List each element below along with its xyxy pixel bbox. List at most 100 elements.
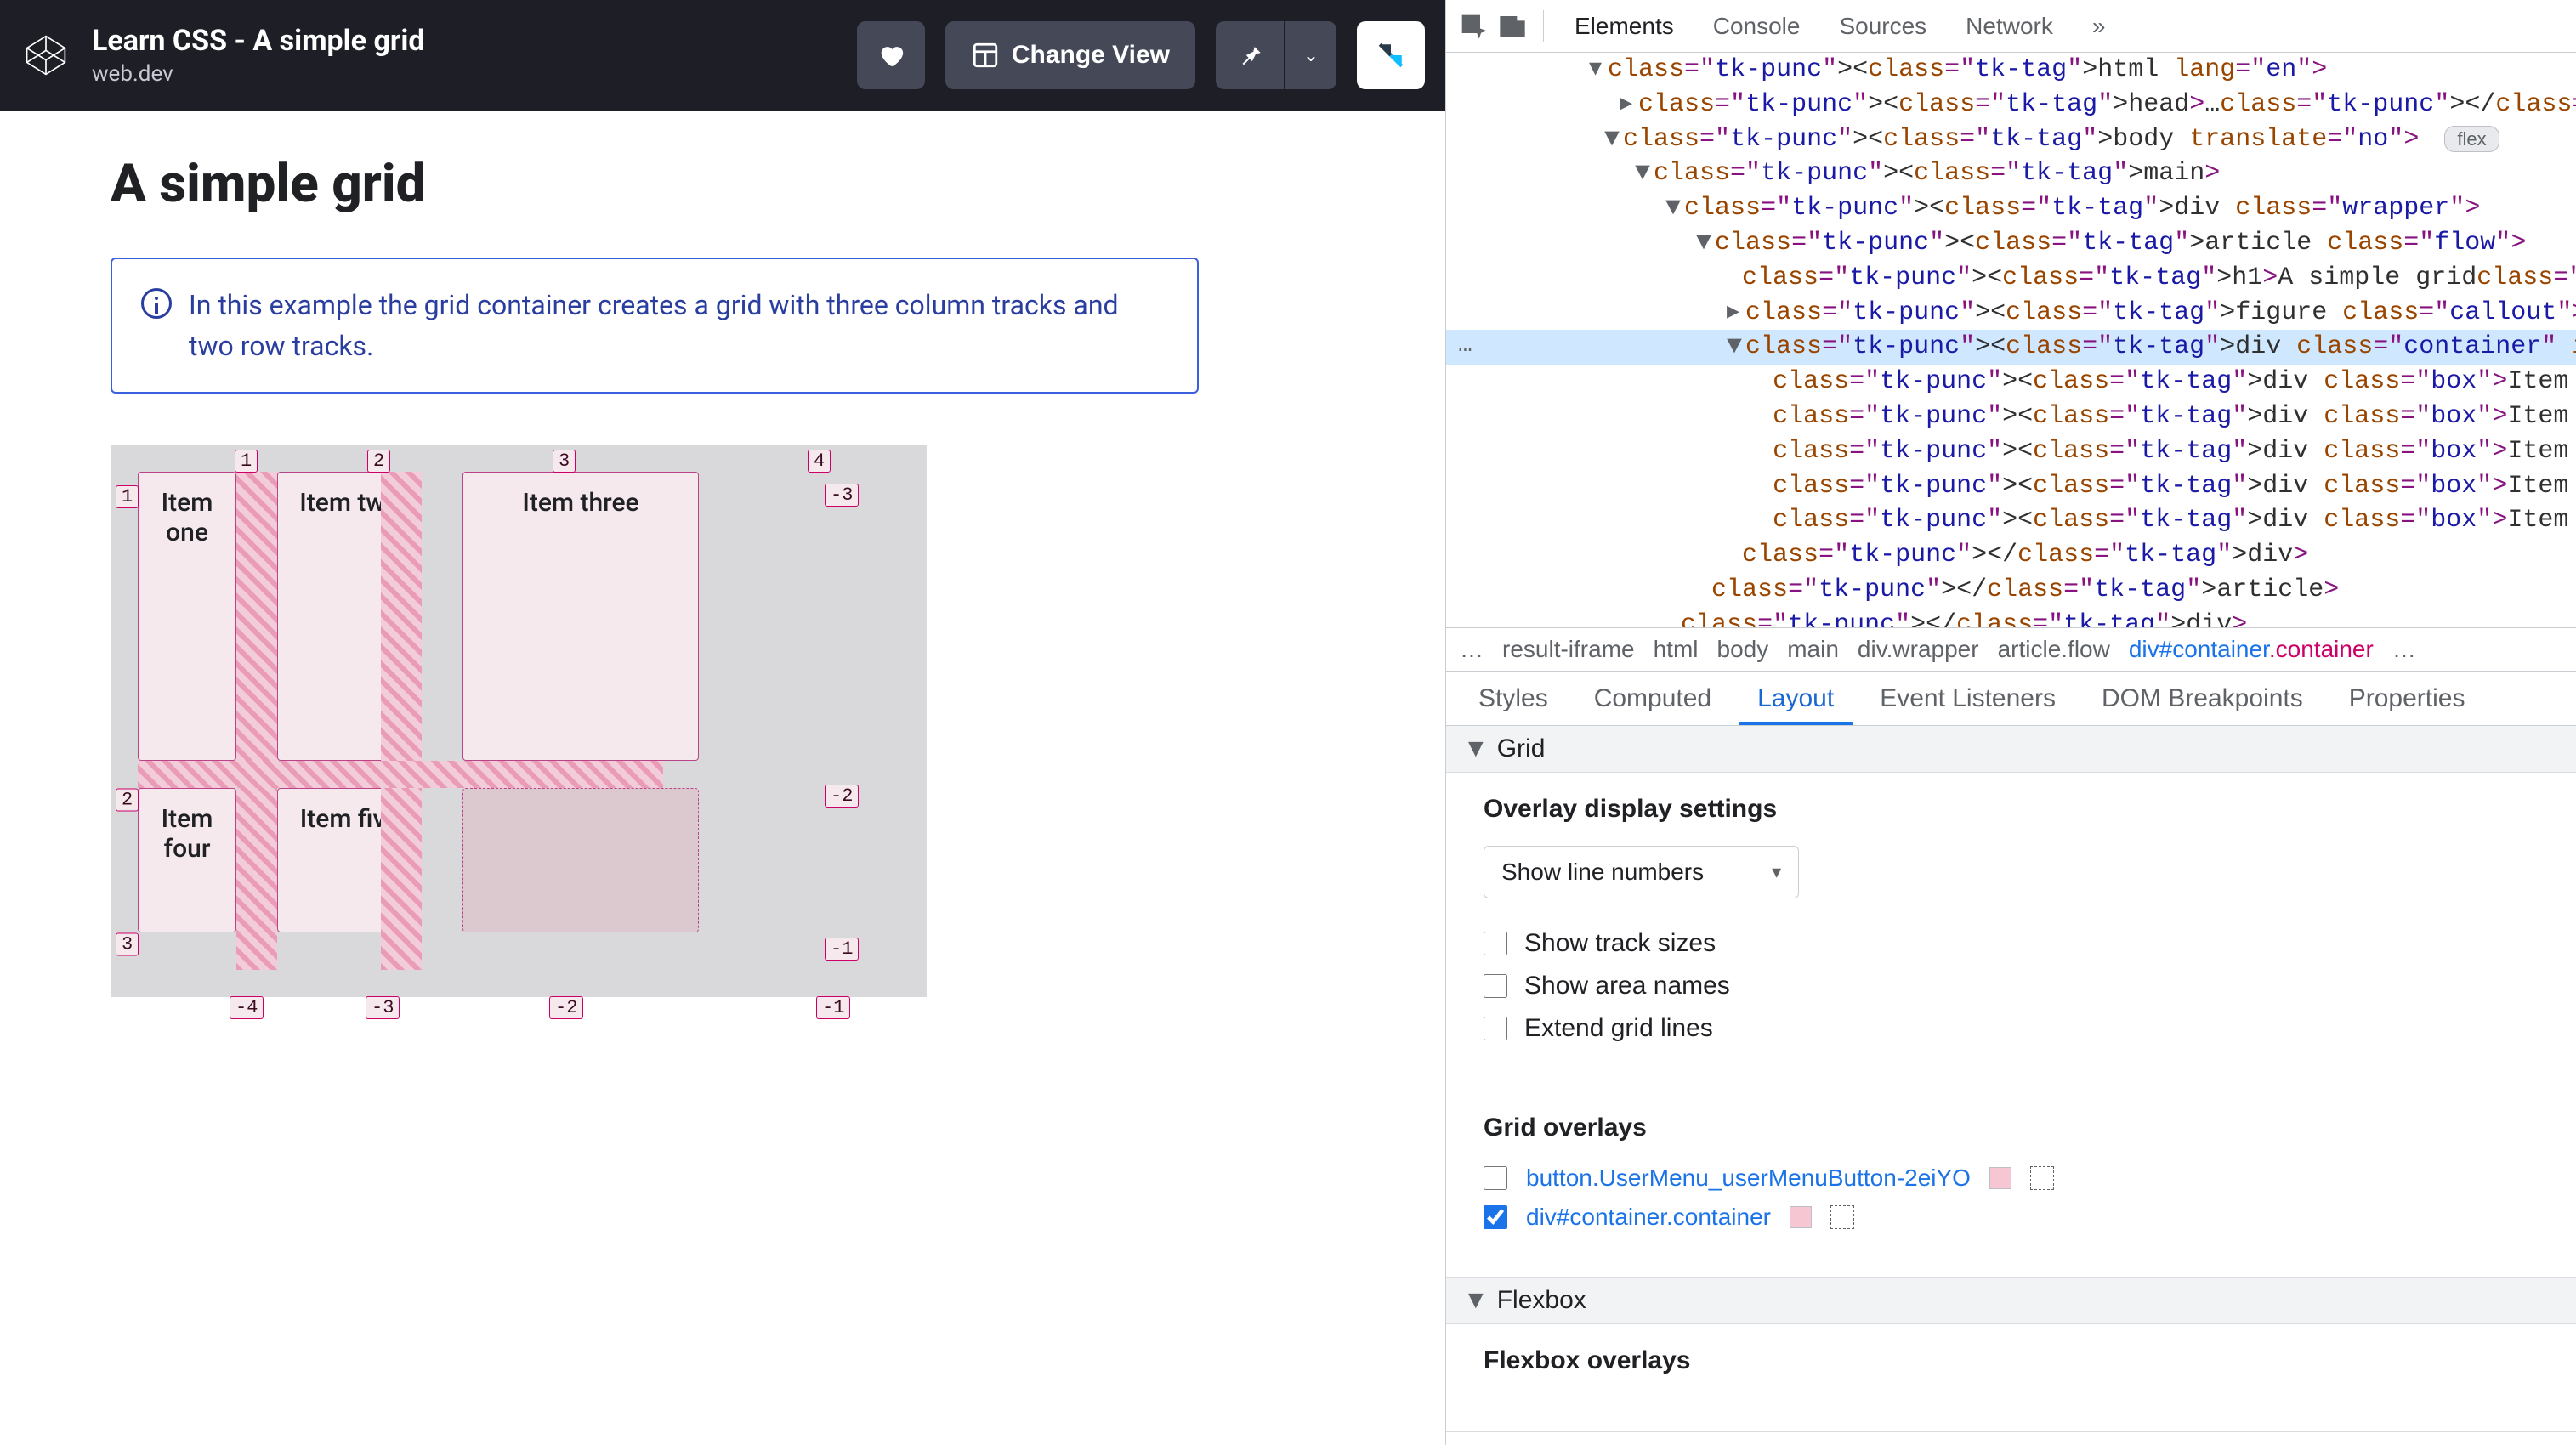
grid-box: Item three: [462, 472, 699, 761]
dom-line[interactable]: class="tk-punc"></class="tk-tag">div>: [1446, 608, 2576, 627]
dom-line[interactable]: ▼class="tk-punc"><class="tk-tag">article…: [1446, 226, 2576, 261]
subtab-layout[interactable]: Layout: [1739, 672, 1853, 725]
page-title: Learn CSS - A simple grid: [92, 24, 837, 58]
change-view-label: Change View: [1012, 41, 1170, 70]
grid-overlays-header: Grid overlays: [1484, 1114, 2576, 1142]
subtab-properties[interactable]: Properties: [2330, 672, 2484, 725]
page-body: A simple grid In this example the grid c…: [0, 110, 1445, 1445]
grid-line-label: -1: [825, 938, 859, 960]
change-view-button[interactable]: Change View: [945, 21, 1195, 89]
dom-line[interactable]: class="tk-punc"><class="tk-tag">div clas…: [1446, 365, 2576, 400]
check-label: Show area names: [1524, 972, 1730, 1000]
dom-line[interactable]: ▼class="tk-punc"><class="tk-tag">div cla…: [1446, 330, 2576, 365]
pin-dropdown-button[interactable]: ⌄: [1285, 21, 1336, 89]
dom-tree[interactable]: ▾class="tk-punc"><class="tk-tag">html la…: [1446, 53, 2576, 627]
breadcrumb-item[interactable]: result-iframe: [1502, 636, 1635, 663]
layout-panel: ▼Grid Overlay display settings Show line…: [1446, 726, 2576, 1445]
grid-line-label: 3: [116, 933, 139, 956]
breadcrumb-item[interactable]: article.flow: [1998, 636, 2110, 663]
heart-button[interactable]: [857, 21, 925, 89]
grid-gap-col: [236, 472, 277, 970]
styles-tabbar: StylesComputedLayoutEvent ListenersDOM B…: [1446, 672, 2576, 726]
devtools-panel: Elements Console Sources Network » 1 ▾cl…: [1445, 0, 2576, 1445]
grid-section-header[interactable]: ▼Grid: [1446, 726, 2576, 773]
codepen-run-button[interactable]: [1357, 21, 1425, 89]
devtools-tabbar: Elements Console Sources Network » 1: [1446, 0, 2576, 53]
grid-line-label: 2: [116, 789, 139, 812]
breadcrumb-item[interactable]: html: [1654, 636, 1699, 663]
tab-elements[interactable]: Elements: [1558, 1, 1691, 52]
dom-line[interactable]: ▼class="tk-punc"><class="tk-tag">div cla…: [1446, 191, 2576, 226]
info-icon: [141, 288, 172, 319]
pin-button[interactable]: [1216, 21, 1284, 89]
tab-network[interactable]: Network: [1949, 1, 2070, 52]
grid-box: Item one: [138, 472, 236, 761]
dom-line[interactable]: ▸class="tk-punc"><class="tk-tag">head>…c…: [1446, 88, 2576, 122]
overlay-name[interactable]: div#container.container: [1526, 1204, 1771, 1231]
overlay-color-swatch[interactable]: [1989, 1167, 2011, 1189]
info-callout: In this example the grid container creat…: [111, 258, 1199, 394]
show-area-names-check[interactable]: Show area names: [1484, 972, 2576, 1000]
flexbox-overlays-header: Flexbox overlays: [1484, 1346, 2576, 1375]
overlay-checkbox[interactable]: [1484, 1166, 1507, 1190]
line-numbers-dropdown[interactable]: Show line numbers: [1484, 846, 1799, 898]
overlay-grid-icon[interactable]: [1830, 1205, 1854, 1229]
codepen-topbar: Learn CSS - A simple grid web.dev Change…: [0, 0, 1445, 110]
dom-line[interactable]: class="tk-punc"></class="tk-tag">article…: [1446, 573, 2576, 608]
inspect-element-icon[interactable]: [1456, 9, 1490, 43]
checkbox[interactable]: [1484, 1017, 1507, 1040]
grid-empty-cell: [462, 788, 699, 932]
dom-line[interactable]: class="tk-punc"><class="tk-tag">div clas…: [1446, 469, 2576, 504]
grid-line-label: -3: [825, 484, 859, 507]
checkbox[interactable]: [1484, 932, 1507, 955]
callout-text: In this example the grid container creat…: [189, 285, 1168, 366]
dom-line[interactable]: ▼class="tk-punc"><class="tk-tag">body tr…: [1446, 122, 2576, 157]
grid-line-label: 1: [116, 485, 139, 508]
dom-line[interactable]: ▼class="tk-punc"><class="tk-tag">main>: [1446, 156, 2576, 191]
device-toolbar-icon[interactable]: [1495, 9, 1529, 43]
check-label: Extend grid lines: [1524, 1014, 1713, 1043]
tab-sources[interactable]: Sources: [1822, 1, 1943, 52]
overlay-grid-icon[interactable]: [2030, 1166, 2054, 1190]
dom-line[interactable]: class="tk-punc"><class="tk-tag">div clas…: [1446, 503, 2576, 538]
dom-breadcrumb[interactable]: … result-iframe html body main div.wrapper art…: [1446, 627, 2576, 672]
check-label: Show track sizes: [1524, 929, 1716, 958]
checkbox[interactable]: [1484, 974, 1507, 998]
breadcrumb-item[interactable]: div#container.container: [2129, 636, 2374, 663]
flexbox-section-label: Flexbox: [1497, 1286, 1586, 1314]
grid-box: Item four: [138, 788, 236, 932]
heading: A simple grid: [111, 153, 1335, 215]
extend-grid-lines-check[interactable]: Extend grid lines: [1484, 1014, 2576, 1043]
grid-section-label: Grid: [1497, 734, 1546, 762]
breadcrumb-item[interactable]: main: [1787, 636, 1839, 663]
breadcrumb-item[interactable]: body: [1717, 636, 1769, 663]
grid-overlay-row: div#container.container: [1484, 1204, 2576, 1231]
dom-line[interactable]: ▾class="tk-punc"><class="tk-tag">html la…: [1446, 53, 2576, 88]
subtab-dom-breakpoints[interactable]: DOM Breakpoints: [2083, 672, 2322, 725]
show-track-sizes-check[interactable]: Show track sizes: [1484, 929, 2576, 958]
subtab-styles[interactable]: Styles: [1460, 672, 1567, 725]
page-author[interactable]: web.dev: [92, 61, 837, 87]
overlay-color-swatch[interactable]: [1790, 1206, 1812, 1228]
tab-console[interactable]: Console: [1696, 1, 1818, 52]
flexbox-section-header[interactable]: ▼Flexbox: [1446, 1278, 2576, 1324]
overlay-settings-header: Overlay display settings: [1484, 795, 2576, 824]
dom-line[interactable]: class="tk-punc"></class="tk-tag">div>: [1446, 538, 2576, 573]
overlay-checkbox[interactable]: [1484, 1205, 1507, 1229]
grid-demo: Item one Item two Item three Item four I…: [111, 445, 927, 997]
dom-line[interactable]: ▸class="tk-punc"><class="tk-tag">figure …: [1446, 296, 2576, 331]
dom-line[interactable]: class="tk-punc"><class="tk-tag">div clas…: [1446, 434, 2576, 469]
dom-line[interactable]: class="tk-punc"><class="tk-tag">div clas…: [1446, 400, 2576, 434]
tabs-more[interactable]: »: [2075, 1, 2123, 52]
breadcrumb-item[interactable]: div.wrapper: [1858, 636, 1979, 663]
grid-line-label: -3: [366, 996, 400, 1019]
subtab-event-listeners[interactable]: Event Listeners: [1861, 672, 2074, 725]
subtab-computed[interactable]: Computed: [1575, 672, 1730, 725]
codepen-logo-icon: [20, 30, 71, 81]
breadcrumb-item: …: [2392, 636, 2416, 663]
overlay-name[interactable]: button.UserMenu_userMenuButton-2eiYO: [1526, 1164, 1971, 1192]
dom-line[interactable]: class="tk-punc"><class="tk-tag">h1>A sim…: [1446, 261, 2576, 296]
breadcrumb-item: …: [1460, 636, 1484, 663]
grid-line-label: 2: [367, 450, 390, 473]
grid-overlay-row: button.UserMenu_userMenuButton-2eiYO: [1484, 1164, 2576, 1192]
